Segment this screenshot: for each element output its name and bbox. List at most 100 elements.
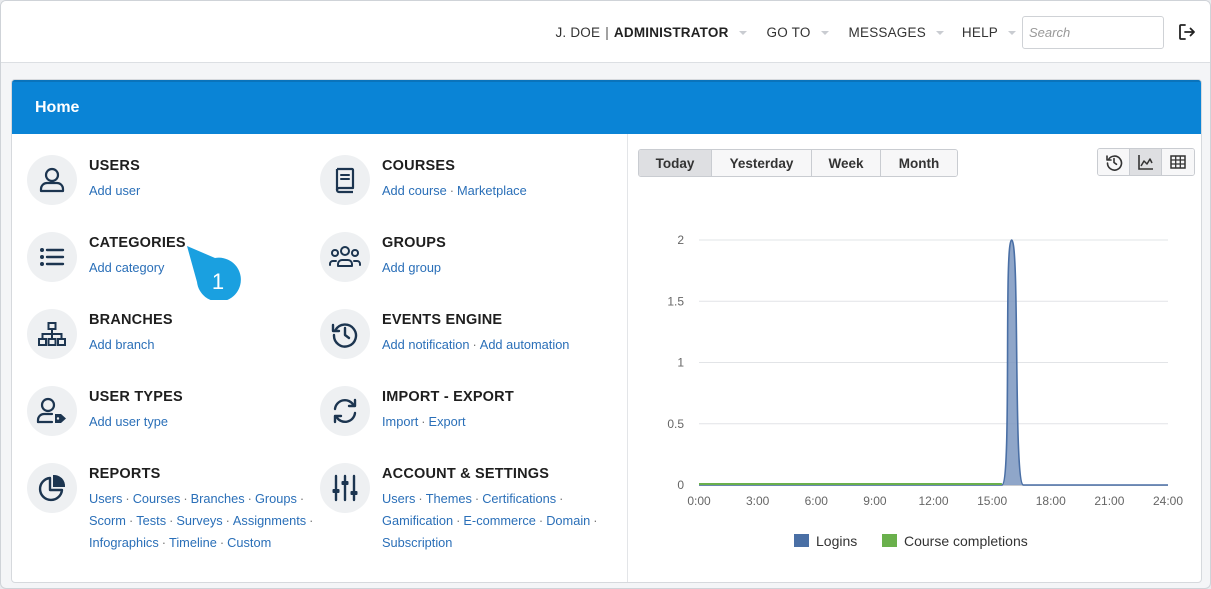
account-subscription-link[interactable]: Subscription bbox=[382, 535, 452, 550]
account-certifications-link[interactable]: Certifications bbox=[482, 491, 556, 506]
tile-title[interactable]: EVENTS ENGINE bbox=[382, 312, 569, 329]
tile-title[interactable]: USER TYPES bbox=[89, 389, 183, 406]
reports-courses-link[interactable]: Courses bbox=[133, 491, 181, 506]
reports-timeline-link[interactable]: Timeline bbox=[169, 535, 217, 550]
account-users-link[interactable]: Users bbox=[382, 491, 415, 506]
tile-links: Users · Courses · Branches · Groups · Scorm · Tes… bbox=[89, 491, 314, 550]
logout-button[interactable] bbox=[1164, 1, 1210, 63]
top-nav: J. DOE | ADMINISTRATOR GO TO MESSAGES HE… bbox=[555, 1, 1210, 63]
activity-chart-panel: Today Yesterday Week Month 0 0.5 1 1.5 2… bbox=[629, 134, 1201, 582]
users-tile-icon[interactable] bbox=[27, 155, 77, 205]
top-bar: J. DOE | ADMINISTRATOR GO TO MESSAGES HE… bbox=[1, 1, 1210, 63]
add-group-link[interactable]: Add group bbox=[382, 260, 441, 275]
sync-icon bbox=[333, 398, 357, 424]
courses-tile-icon[interactable] bbox=[320, 155, 370, 205]
tile-title[interactable]: USERS bbox=[89, 158, 140, 175]
categories-tile-icon[interactable] bbox=[27, 232, 77, 282]
home-panel: Home USERS Add user COURSES Add course ·… bbox=[11, 79, 1202, 583]
book-icon bbox=[335, 167, 355, 194]
x-tick-label: 24:00 bbox=[1153, 494, 1183, 508]
reports-users-link[interactable]: Users bbox=[89, 491, 122, 506]
search-input[interactable] bbox=[1022, 15, 1164, 49]
account-tile-icon[interactable] bbox=[320, 463, 370, 513]
reports-surveys-link[interactable]: Surveys bbox=[176, 513, 222, 528]
line-chart-view-button[interactable] bbox=[1130, 149, 1162, 175]
tile-reports: REPORTS Users · Courses · Branches · Groups · S… bbox=[27, 463, 316, 554]
reports-assignments-link[interactable]: Assignments bbox=[233, 513, 306, 528]
tile-title[interactable]: CATEGORIES bbox=[89, 235, 186, 252]
sitemap-icon bbox=[38, 322, 66, 346]
period-month-button[interactable]: Month bbox=[881, 150, 957, 176]
export-link[interactable]: Export bbox=[429, 414, 466, 429]
pie-chart-icon bbox=[38, 474, 66, 502]
tile-events-engine: EVENTS ENGINE Add notification · Add autom… bbox=[320, 309, 569, 359]
messages-menu[interactable]: MESSAGES bbox=[849, 25, 944, 40]
add-branch-link[interactable]: Add branch bbox=[89, 337, 154, 352]
step-badge-number: 1 bbox=[212, 269, 224, 294]
add-course-link[interactable]: Add course bbox=[382, 183, 447, 198]
account-themes-link[interactable]: Themes bbox=[426, 491, 472, 506]
tile-title[interactable]: GROUPS bbox=[382, 235, 446, 252]
tile-users: USERS Add user bbox=[27, 155, 140, 205]
chevron-down-icon bbox=[935, 31, 944, 35]
events-tile-icon[interactable] bbox=[320, 309, 370, 359]
add-user-type-link[interactable]: Add user type bbox=[89, 414, 168, 429]
history-view-button[interactable] bbox=[1098, 149, 1130, 175]
marketplace-link[interactable]: Marketplace bbox=[457, 183, 527, 198]
chart-view-selector bbox=[1097, 148, 1195, 176]
tile-title[interactable]: ACCOUNT & SETTINGS bbox=[382, 466, 601, 483]
add-category-link[interactable]: Add category bbox=[89, 260, 164, 275]
tile-title[interactable]: BRANCHES bbox=[89, 312, 173, 329]
period-week-button[interactable]: Week bbox=[812, 150, 881, 176]
legend-label-course-completions: Course completions bbox=[904, 533, 1028, 549]
branches-tile-icon[interactable] bbox=[27, 309, 77, 359]
reports-tests-link[interactable]: Tests bbox=[136, 513, 166, 528]
line-chart-icon bbox=[1137, 155, 1153, 170]
import-link[interactable]: Import bbox=[382, 414, 418, 429]
tile-links: Users · Themes · Certifications · Gamificatio… bbox=[382, 491, 598, 550]
reports-tile-icon[interactable] bbox=[27, 463, 77, 513]
x-tick-label: 21:00 bbox=[1094, 494, 1124, 508]
account-ecommerce-link[interactable]: E-commerce bbox=[463, 513, 536, 528]
tile-links: Import · Export bbox=[382, 414, 466, 429]
tile-categories: CATEGORIES Add category bbox=[27, 232, 186, 282]
import-export-tile-icon[interactable] bbox=[320, 386, 370, 436]
account-domain-link[interactable]: Domain bbox=[546, 513, 590, 528]
tile-title[interactable]: IMPORT - EXPORT bbox=[382, 389, 514, 406]
step-badge: 1 bbox=[187, 246, 241, 300]
reports-groups-link[interactable]: Groups bbox=[255, 491, 297, 506]
tile-title[interactable]: COURSES bbox=[382, 158, 527, 175]
reports-custom-link[interactable]: Custom bbox=[227, 535, 271, 550]
tile-links: Add branch bbox=[89, 334, 173, 356]
user-tag-icon bbox=[36, 397, 66, 424]
table-view-button[interactable] bbox=[1162, 149, 1194, 175]
period-selector: Today Yesterday Week Month bbox=[638, 149, 958, 177]
user-types-tile-icon[interactable] bbox=[27, 386, 77, 436]
legend-swatch-logins bbox=[794, 534, 809, 547]
period-yesterday-button[interactable]: Yesterday bbox=[712, 150, 812, 176]
user-name: J. DOE bbox=[555, 24, 601, 40]
tile-title[interactable]: REPORTS bbox=[89, 466, 316, 483]
user-menu[interactable]: J. DOE | ADMINISTRATOR bbox=[555, 24, 747, 40]
tile-links: Add notification · Add automation bbox=[382, 337, 570, 352]
reports-branches-link[interactable]: Branches bbox=[191, 491, 245, 506]
add-automation-link[interactable]: Add automation bbox=[480, 337, 570, 352]
chevron-down-icon bbox=[738, 31, 747, 35]
period-today-button[interactable]: Today bbox=[639, 150, 712, 176]
x-tick-label: 15:00 bbox=[977, 494, 1007, 508]
groups-tile-icon[interactable] bbox=[320, 232, 370, 282]
goto-menu[interactable]: GO TO bbox=[767, 25, 829, 40]
legend-swatch-course-completions bbox=[882, 534, 897, 547]
add-user-link[interactable]: Add user bbox=[89, 183, 140, 198]
tile-links: Add user type bbox=[89, 411, 183, 433]
add-notification-link[interactable]: Add notification bbox=[382, 337, 470, 352]
account-gamification-link[interactable]: Gamification bbox=[382, 513, 453, 528]
help-menu[interactable]: HELP bbox=[962, 25, 1016, 40]
tile-account-settings: ACCOUNT & SETTINGS Users · Themes · Certific… bbox=[320, 463, 601, 554]
reports-infographics-link[interactable]: Infographics bbox=[89, 535, 159, 550]
tile-branches: BRANCHES Add branch bbox=[27, 309, 173, 359]
app-frame: J. DOE | ADMINISTRATOR GO TO MESSAGES HE… bbox=[0, 0, 1211, 589]
table-grid-icon bbox=[1170, 155, 1186, 169]
user-icon bbox=[39, 167, 65, 193]
reports-scorm-link[interactable]: Scorm bbox=[89, 513, 126, 528]
